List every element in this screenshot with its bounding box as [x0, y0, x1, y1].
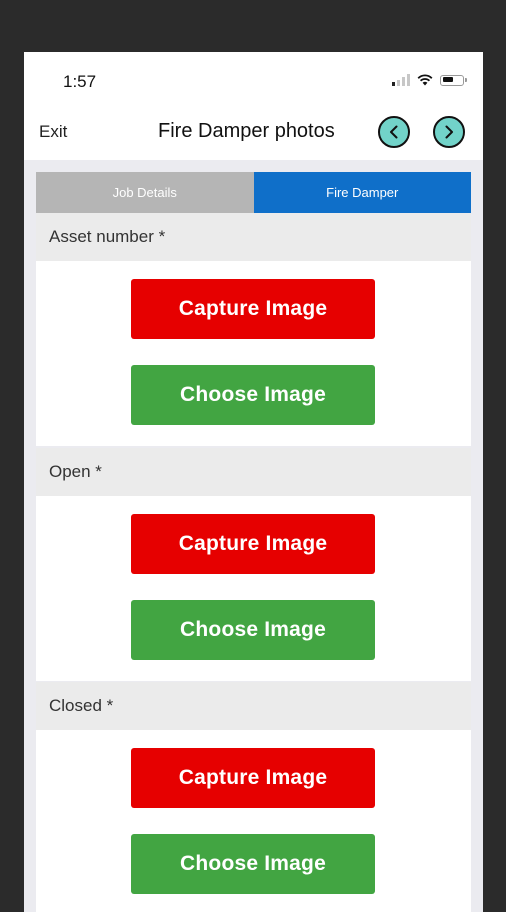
section-label-closed: Closed * — [36, 682, 471, 730]
next-button[interactable] — [433, 116, 465, 148]
capture-image-button[interactable]: Capture Image — [131, 514, 375, 574]
content-area: Job Details Fire Damper Asset number * C… — [24, 160, 483, 912]
wifi-icon — [417, 74, 433, 86]
capture-image-button[interactable]: Capture Image — [131, 279, 375, 339]
chevron-left-icon — [390, 125, 398, 139]
status-bar: 1:57 — [24, 52, 483, 102]
page-title: Fire Damper photos — [158, 120, 335, 142]
battery-icon — [440, 74, 467, 86]
capture-image-button[interactable]: Capture Image — [131, 748, 375, 808]
section-label-open: Open * — [36, 448, 471, 496]
section-closed: Capture Image Choose Image — [36, 730, 471, 912]
status-icons — [392, 72, 467, 88]
exit-button[interactable]: Exit — [39, 122, 67, 142]
previous-button[interactable] — [378, 116, 410, 148]
section-label-asset-number: Asset number * — [36, 213, 471, 261]
tab-fire-damper[interactable]: Fire Damper — [253, 172, 471, 213]
choose-image-button[interactable]: Choose Image — [131, 365, 375, 425]
tab-job-details[interactable]: Job Details — [36, 172, 254, 213]
status-time: 1:57 — [63, 72, 97, 91]
phone-screen: 1:57 Exit Fire Damper photos Job Details… — [24, 52, 483, 912]
chevron-right-icon — [445, 125, 453, 139]
choose-image-button[interactable]: Choose Image — [131, 600, 375, 660]
section-asset-number: Capture Image Choose Image — [36, 261, 471, 446]
nav-bar: Exit Fire Damper photos — [24, 108, 483, 158]
section-open: Capture Image Choose Image — [36, 496, 471, 681]
signal-icon — [392, 74, 410, 86]
choose-image-button[interactable]: Choose Image — [131, 834, 375, 894]
tab-bar: Job Details Fire Damper — [36, 172, 471, 213]
